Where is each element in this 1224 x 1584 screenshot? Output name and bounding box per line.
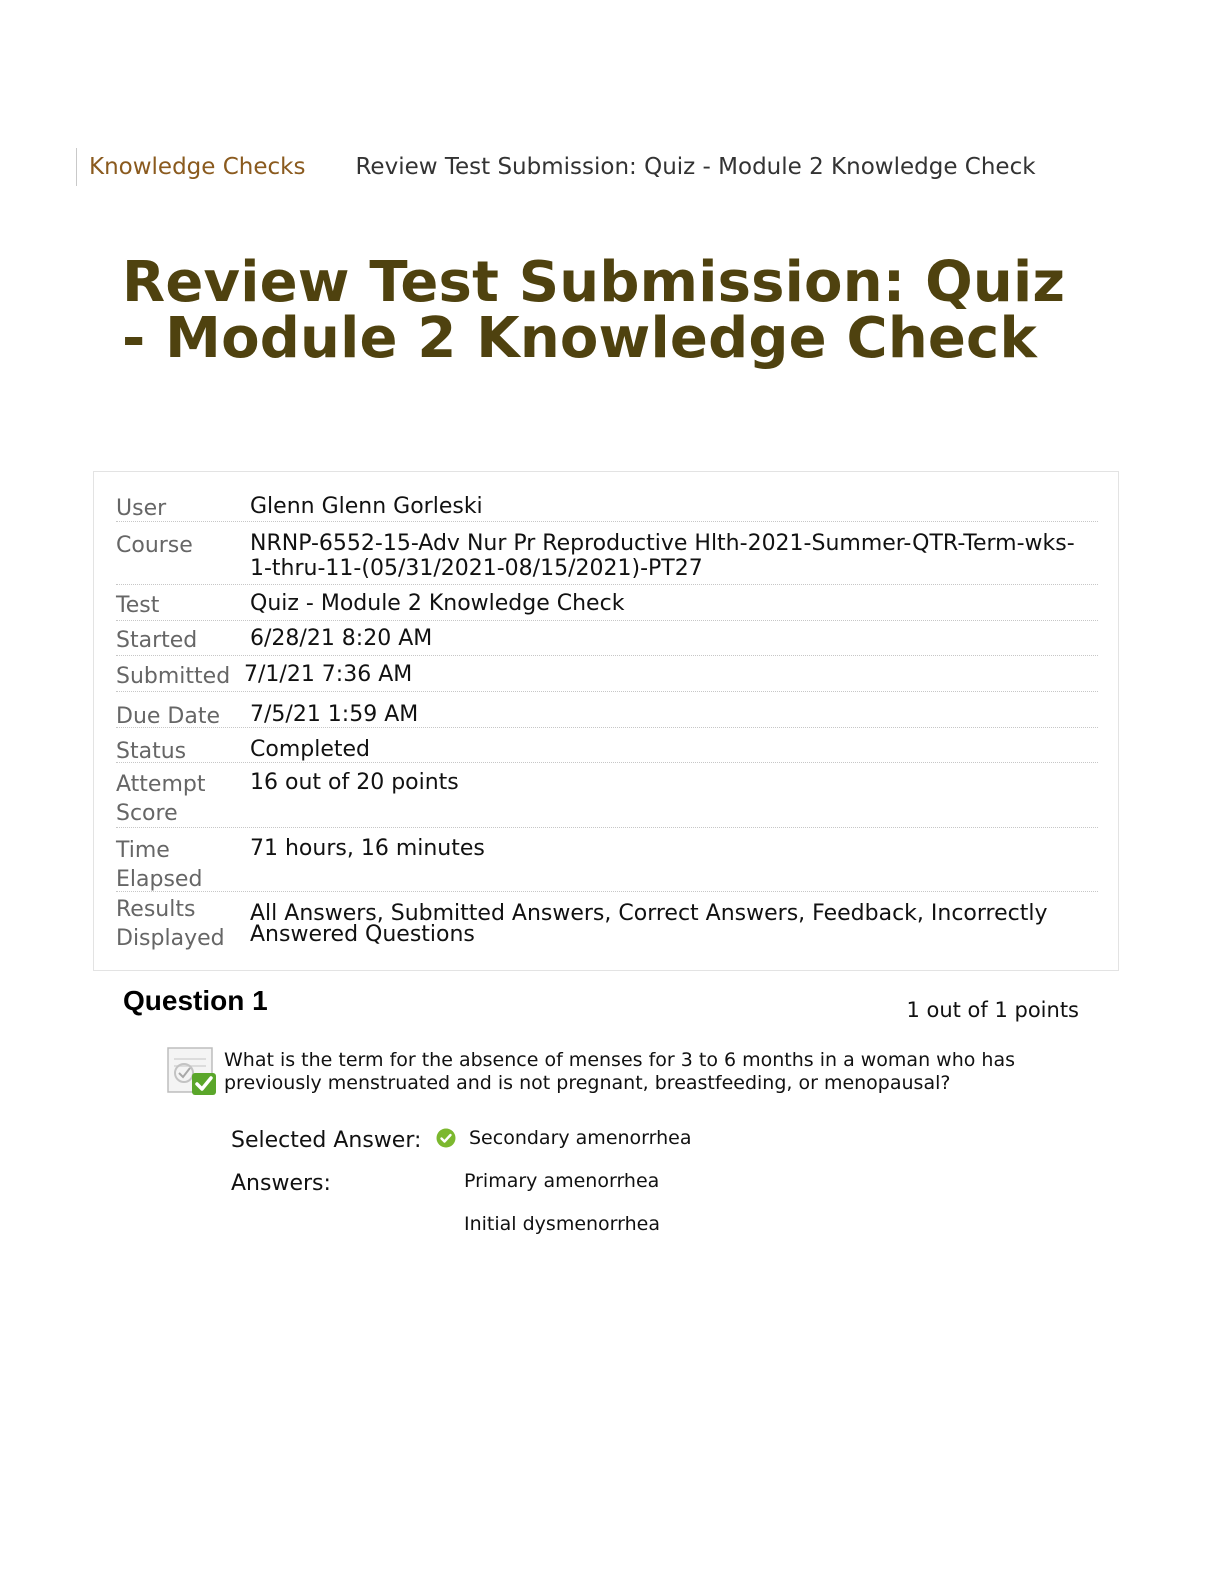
submission-details: User Glenn Glenn Gorleski Course NRNP-65… <box>93 471 1119 971</box>
detail-value: Quiz - Module 2 Knowledge Check <box>250 591 625 616</box>
detail-label: Time Elapsed <box>116 838 203 892</box>
selected-answer: Secondary amenorrhea <box>469 1127 692 1149</box>
answers-label: Answers: <box>231 1171 331 1196</box>
detail-label: Course <box>116 533 193 558</box>
answer-option: Primary amenorrhea <box>464 1170 660 1192</box>
detail-label: User <box>116 496 167 521</box>
detail-value: Glenn Glenn Gorleski <box>250 494 483 519</box>
detail-row-submitted: Submitted 7/1/21 7:36 AM <box>116 662 1098 692</box>
detail-row-attempt-score: Attempt Score 16 out of 20 points <box>116 770 1098 828</box>
detail-value: 6/28/21 8:20 AM <box>250 626 433 651</box>
detail-value: 71 hours, 16 minutes <box>250 836 485 861</box>
detail-label: Due Date <box>116 704 220 729</box>
detail-label: Attempt Score <box>116 772 206 826</box>
selected-answer-label: Selected Answer: <box>231 1128 422 1153</box>
detail-value: 7/5/21 1:59 AM <box>250 702 419 727</box>
detail-row-due-date: Due Date 7/5/21 1:59 AM <box>116 702 1098 729</box>
detail-label: Results Displayed <box>116 897 225 951</box>
check-circle-icon <box>436 1128 456 1148</box>
breadcrumb: Knowledge Checks Review Test Submission:… <box>76 148 1036 186</box>
detail-row-time-elapsed: Time Elapsed 71 hours, 16 minutes <box>116 836 1098 892</box>
detail-row-user: User Glenn Glenn Gorleski <box>116 494 1098 522</box>
detail-row-results-displayed: Results Displayed All Answers, Submitted… <box>116 895 1098 955</box>
detail-row-started: Started 6/28/21 8:20 AM <box>116 626 1098 656</box>
detail-label: Status <box>116 739 187 764</box>
detail-label: Submitted <box>116 664 231 689</box>
detail-row-course: Course NRNP-6552-15-Adv Nur Pr Reproduct… <box>116 531 1098 585</box>
detail-row-status: Status Completed <box>116 737 1098 764</box>
detail-value: 7/1/21 7:36 AM <box>244 662 413 687</box>
detail-value: Completed <box>250 737 370 762</box>
detail-value: NRNP-6552-15-Adv Nur Pr Reproductive Hlt… <box>250 531 1075 581</box>
detail-row-test: Test Quiz - Module 2 Knowledge Check <box>116 591 1098 621</box>
page-title: Review Test Submission: Quiz - Module 2 … <box>122 250 1066 371</box>
detail-label: Test <box>116 593 160 618</box>
breadcrumb-knowledge-checks-link[interactable]: Knowledge Checks <box>89 154 305 180</box>
detail-value: 16 out of 20 points <box>250 770 459 795</box>
detail-label: Started <box>116 628 198 653</box>
question-correct-icon <box>166 1047 218 1097</box>
answer-option: Initial dysmenorrhea <box>464 1213 661 1235</box>
question-text: What is the term for the absence of mens… <box>224 1049 1015 1094</box>
detail-value: All Answers, Submitted Answers, Correct … <box>250 901 1048 947</box>
question-points: 1 out of 1 points <box>906 998 1079 1022</box>
breadcrumb-current: Review Test Submission: Quiz - Module 2 … <box>355 154 1036 180</box>
question-title: Question 1 <box>123 985 268 1016</box>
